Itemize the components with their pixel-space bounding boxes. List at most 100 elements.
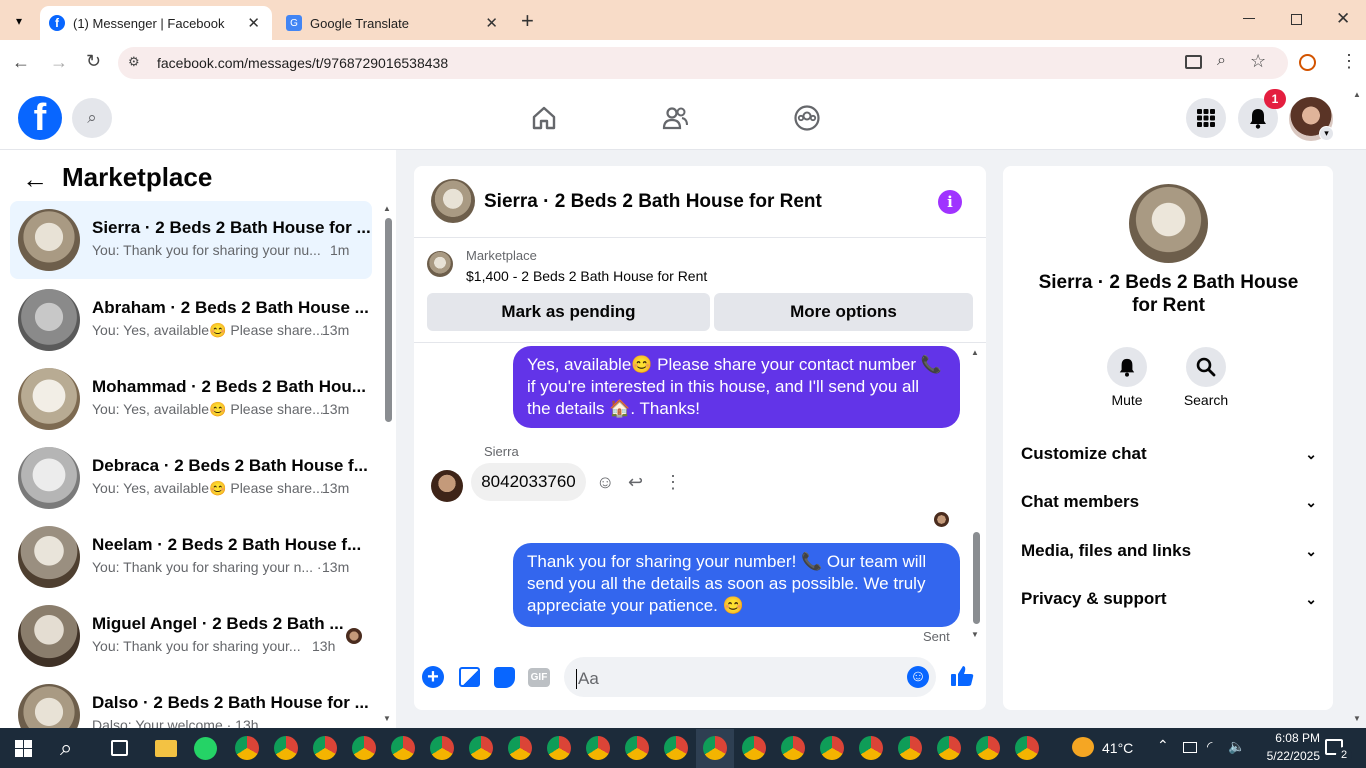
chrome-profile-icon[interactable] — [625, 736, 649, 760]
chat-header-avatar[interactable] — [431, 179, 475, 223]
conversation-item[interactable]: Miguel Angel · 2 Beds 2 Bath ... You: Th… — [10, 597, 372, 675]
mark-as-pending-button[interactable]: Mark as pending — [427, 293, 710, 331]
chrome-profile-icon[interactable] — [274, 736, 298, 760]
taskbar-search-icon[interactable]: ⌕ — [60, 735, 72, 761]
windows-start-icon[interactable] — [15, 740, 32, 757]
info-avatar[interactable] — [1129, 184, 1208, 263]
conversation-item[interactable]: Debraca · 2 Beds 2 Bath House f... You: … — [10, 439, 372, 517]
tab-search-button[interactable]: ▾ — [8, 10, 30, 32]
menu-grid-icon[interactable] — [1186, 98, 1226, 138]
chrome-profile-icon[interactable] — [391, 736, 415, 760]
chrome-profile-icon[interactable] — [235, 736, 259, 760]
message-more-icon[interactable]: ⋮ — [664, 472, 682, 493]
zoom-icon[interactable]: ⌕ — [1217, 52, 1226, 70]
clock-time[interactable]: 6:08 PM — [1258, 731, 1320, 745]
search-label[interactable]: Search — [1180, 392, 1232, 408]
media-files-links-row[interactable]: Media, files and links ⌄ — [1021, 541, 1317, 561]
back-arrow-icon[interactable]: ← — [22, 164, 48, 195]
site-info-icon[interactable]: ⚙ — [128, 54, 140, 70]
message-input[interactable] — [564, 657, 936, 697]
listing-title[interactable]: $1,400 - 2 Beds 2 Bath House for Rent — [466, 268, 707, 284]
emoji-icon[interactable]: ☺ — [907, 666, 929, 688]
new-tab-icon[interactable]: + — [521, 8, 534, 34]
chrome-profile-icon[interactable] — [820, 736, 844, 760]
tab-messenger[interactable]: f (1) Messenger | Facebook ✕ — [40, 6, 272, 40]
groups-icon[interactable] — [793, 104, 821, 132]
page-scroll-down-icon[interactable]: ▼ — [1353, 714, 1361, 723]
chrome-profile-icon[interactable] — [781, 736, 805, 760]
chrome-profile-icon[interactable] — [469, 736, 493, 760]
facebook-logo-icon[interactable]: f — [18, 96, 62, 140]
bookmark-star-icon[interactable]: ☆ — [1250, 51, 1266, 72]
photo-icon[interactable] — [459, 667, 480, 687]
chrome-profile-icon[interactable] — [976, 736, 1000, 760]
chat-title[interactable]: Sierra · 2 Beds 2 Bath House for Rent — [484, 191, 822, 213]
network-device-icon[interactable] — [1183, 742, 1197, 753]
chrome-profile-icon[interactable] — [586, 736, 610, 760]
whatsapp-icon[interactable] — [194, 737, 217, 760]
sticker-icon[interactable] — [494, 667, 515, 688]
more-options-button[interactable]: More options — [714, 293, 973, 331]
customize-chat-row[interactable]: Customize chat ⌄ — [1021, 444, 1317, 464]
chrome-profile-icon[interactable] — [352, 736, 376, 760]
home-icon[interactable] — [530, 104, 558, 132]
account-chevron-icon[interactable]: ▾ — [1319, 126, 1334, 141]
chrome-profile-icon[interactable] — [937, 736, 961, 760]
fb-search-icon[interactable]: ⌕ — [72, 98, 112, 138]
conversation-item[interactable]: Dalso · 2 Beds 2 Bath House for ... Dals… — [10, 676, 372, 728]
back-icon[interactable]: ← — [12, 52, 30, 73]
reply-icon[interactable]: ↩ — [628, 472, 643, 493]
scroll-up-icon[interactable]: ▲ — [971, 348, 979, 357]
conversation-item[interactable]: Neelam · 2 Beds 2 Bath House f... You: T… — [10, 518, 372, 596]
forward-icon[interactable]: → — [50, 52, 68, 73]
tab-google-translate[interactable]: G Google Translate ✕ — [280, 6, 510, 40]
conversation-item[interactable]: Sierra · 2 Beds 2 Bath House for ... You… — [10, 201, 372, 279]
message-bubble-sent[interactable]: Yes, available😊 Please share your contac… — [513, 346, 960, 428]
add-attachment-icon[interactable]: + — [422, 666, 444, 688]
browser-menu-icon[interactable]: ⋮ — [1340, 51, 1358, 72]
minimize-icon[interactable] — [1243, 18, 1255, 19]
chrome-profile-icon[interactable] — [703, 736, 727, 760]
mute-bell-icon[interactable] — [1107, 347, 1147, 387]
thumbs-up-icon[interactable] — [949, 663, 975, 689]
search-conversation-icon[interactable] — [1186, 347, 1226, 387]
chrome-profile-icon[interactable] — [898, 736, 922, 760]
weather-temp[interactable]: 41°C — [1102, 740, 1133, 756]
url-text[interactable]: facebook.com/messages/t/9768729016538438 — [157, 55, 448, 71]
close-tab-icon[interactable]: ✕ — [247, 14, 260, 32]
mute-label[interactable]: Mute — [1107, 392, 1147, 408]
sidebar-scrollbar[interactable] — [385, 218, 392, 422]
profile-icon[interactable] — [1299, 54, 1316, 71]
chrome-profile-icon[interactable] — [859, 736, 883, 760]
scroll-down-icon[interactable]: ▼ — [383, 714, 391, 723]
info-icon[interactable]: i — [938, 190, 962, 214]
friends-icon[interactable] — [661, 104, 689, 132]
clock-date[interactable]: 5/22/2025 — [1250, 749, 1320, 763]
file-explorer-icon[interactable] — [155, 740, 177, 757]
message-bubble-sent[interactable]: Thank you for sharing your number! 📞 Our… — [513, 543, 960, 627]
wifi-icon[interactable]: ◜ — [1207, 738, 1212, 755]
close-window-icon[interactable]: ✕ — [1336, 9, 1350, 29]
chat-scrollbar[interactable] — [973, 532, 980, 624]
volume-icon[interactable]: 🔈 — [1228, 738, 1245, 755]
install-app-icon[interactable] — [1185, 55, 1202, 69]
chrome-profile-icon[interactable] — [742, 736, 766, 760]
message-bubble-received[interactable]: 8042033760 — [471, 463, 586, 501]
conversation-item[interactable]: Abraham · 2 Beds 2 Bath House ... You: Y… — [10, 281, 372, 359]
sender-avatar[interactable] — [431, 470, 463, 502]
restore-icon[interactable] — [1291, 14, 1302, 25]
chat-members-row[interactable]: Chat members ⌄ — [1021, 492, 1317, 512]
reload-icon[interactable]: ↻ — [86, 51, 101, 72]
gif-icon[interactable]: GIF — [528, 668, 550, 687]
task-view-icon[interactable] — [111, 740, 128, 756]
chrome-profile-icon[interactable] — [547, 736, 571, 760]
privacy-support-row[interactable]: Privacy & support ⌄ — [1021, 589, 1317, 609]
react-emoji-icon[interactable]: ☺ — [596, 472, 614, 493]
chrome-profile-icon[interactable] — [508, 736, 532, 760]
scroll-up-icon[interactable]: ▲ — [383, 204, 391, 213]
listing-thumbnail[interactable] — [427, 251, 453, 277]
show-hidden-icons-icon[interactable]: ⌃ — [1157, 737, 1169, 754]
close-tab-icon[interactable]: ✕ — [485, 14, 498, 32]
chrome-profile-icon[interactable] — [430, 736, 454, 760]
chrome-profile-icon[interactable] — [313, 736, 337, 760]
